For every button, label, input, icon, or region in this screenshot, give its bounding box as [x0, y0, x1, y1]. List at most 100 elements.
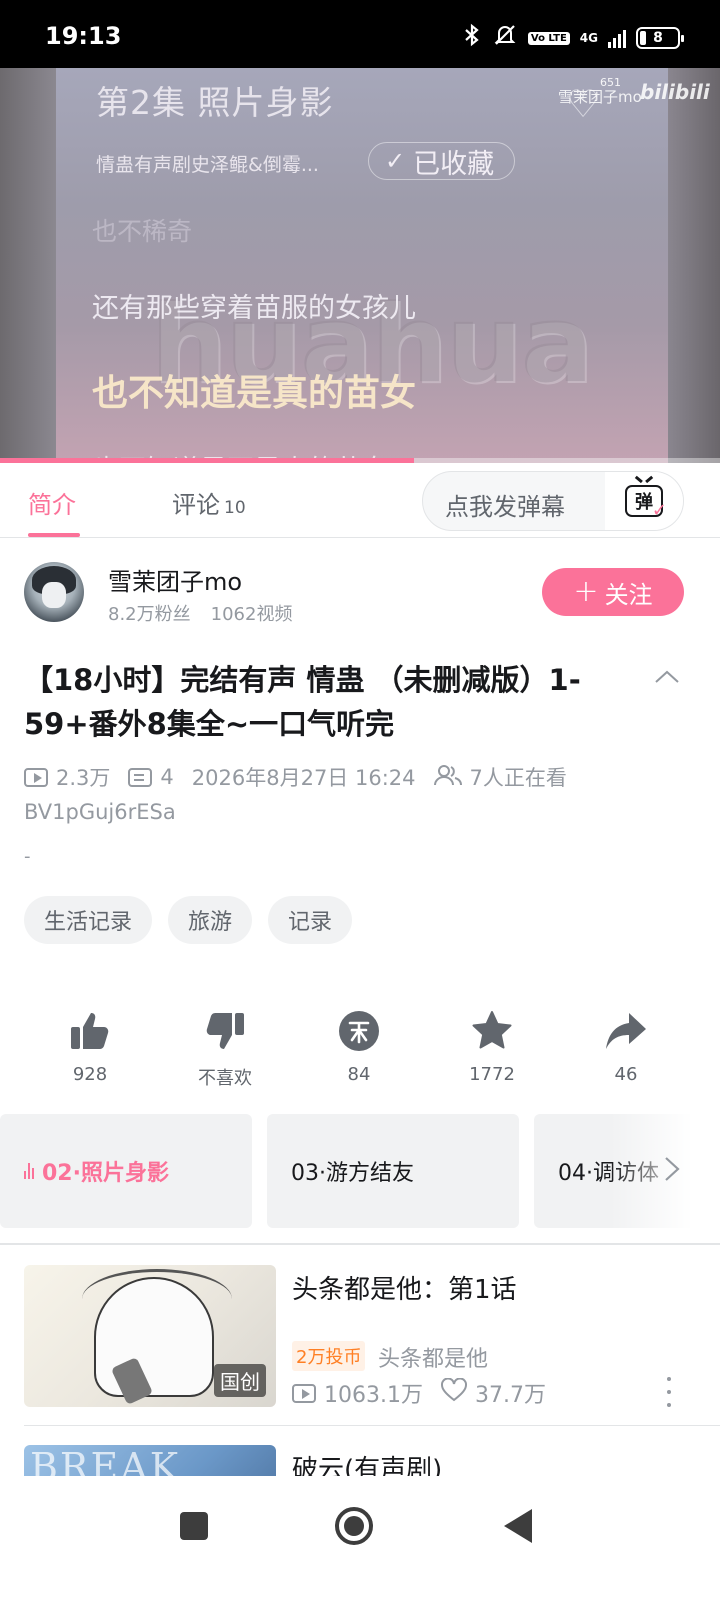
fans-count: 8.2万粉丝 — [108, 604, 191, 625]
publish-date: 2026年8月27日 16:24 — [191, 766, 416, 790]
danmaku-icon-text: 弹 — [635, 492, 653, 513]
mute-icon — [492, 22, 518, 54]
comments-count: 10 — [224, 498, 246, 518]
recommendation-thumbnail[interactable]: 国创 — [24, 1265, 276, 1407]
back-button[interactable] — [494, 1502, 542, 1550]
home-button[interactable] — [330, 1502, 378, 1550]
dislike-button[interactable]: 不喜欢 — [165, 1006, 285, 1090]
thumbnail-art — [94, 1277, 214, 1397]
video-meta: 2.3万 4 2026年8月27日 16:24 7人正在看 — [24, 762, 567, 792]
favorite-count: 1772 — [469, 1064, 515, 1085]
heart-icon — [440, 1377, 467, 1408]
recommendation-divider — [24, 1425, 720, 1426]
danmaku-tv-icon: 弹 ✓ — [625, 485, 667, 521]
danmaku-count: 4 — [160, 765, 174, 789]
coin-button[interactable]: 84 — [299, 1006, 419, 1085]
tag-item[interactable]: 生活记录 — [24, 896, 153, 944]
bilibili-logo: bilibili — [640, 80, 710, 104]
follow-button[interactable]: + 关注 — [542, 568, 684, 616]
danmaku-input[interactable]: 点我发弹幕 — [445, 487, 565, 522]
like-count: 928 — [72, 1064, 108, 1085]
player-background-left — [0, 68, 56, 463]
tab-intro[interactable]: 简介 — [28, 485, 76, 520]
coin-tag: 2万投币 — [292, 1341, 366, 1371]
tab-comments-label: 评论 — [172, 491, 220, 519]
video-description: - — [24, 846, 31, 867]
lyric-current: 也不知道是真的苗女 — [92, 373, 417, 414]
episode-title: 第2集 照片身影 — [96, 83, 334, 122]
recent-apps-button[interactable] — [170, 1502, 218, 1550]
video-count: 1062视频 — [210, 604, 293, 625]
danmaku-toggle-button[interactable]: 弹 ✓ — [605, 472, 683, 530]
episode-item[interactable]: 03·游方结友 — [267, 1114, 519, 1228]
more-options-icon[interactable] — [664, 1377, 674, 1407]
uploader-stats: 8.2万粉丝 1062视频 — [108, 600, 292, 626]
viewers-icon — [433, 764, 462, 791]
lyric-previous-1: 还有那些穿着苗服的女孩儿 — [92, 293, 416, 324]
bvid: BV1pGuj6rESa — [24, 800, 176, 824]
danmaku-count-icon — [128, 767, 153, 787]
like-button[interactable]: 928 — [30, 1006, 150, 1085]
recommendation-stats: 1063.1万 37.7万 — [292, 1377, 546, 1409]
plus-icon: + — [573, 574, 599, 609]
play-count-icon — [292, 1383, 316, 1403]
check-icon: ✓ — [385, 147, 406, 175]
danmaku-input-box[interactable]: 点我发弹幕 弹 ✓ — [422, 471, 684, 531]
series-name[interactable]: 情蛊有声剧史泽鲲&倒霉... — [96, 150, 319, 177]
4g-icon: 4G — [579, 30, 598, 45]
avatar[interactable] — [24, 562, 84, 622]
tag-item[interactable]: 记录 — [268, 896, 353, 944]
recommendation-title: 头条都是他：第1话 — [292, 1275, 517, 1305]
square-icon — [180, 1512, 208, 1540]
tab-active-indicator — [28, 533, 80, 537]
status-bar: 19:13 Vo LTE 4G 8 — [0, 0, 720, 68]
status-icons: Vo LTE 4G 8 — [462, 22, 684, 54]
system-navigation-bar — [0, 1476, 720, 1600]
battery-icon: 8 — [636, 27, 684, 49]
favorite-button[interactable]: 1772 — [432, 1006, 552, 1085]
play-count-icon — [24, 767, 48, 787]
episode-item-current[interactable]: 02·照片身影 — [0, 1114, 252, 1228]
action-bar: 928 不喜欢 84 1772 46 — [0, 1006, 720, 1096]
share-icon — [566, 1006, 686, 1056]
status-time: 19:13 — [45, 22, 122, 50]
video-player[interactable]: huahua 第2集 照片身影 情蛊有声剧史泽鲲&倒霉... ✓ 已收藏 ♡ 6… — [0, 68, 720, 463]
battery-level: 8 — [653, 30, 663, 46]
recommendation-author: 头条都是他 — [378, 1347, 489, 1372]
episode-list[interactable]: 02·照片身影 03·游方结友 04·调访体 — [0, 1114, 720, 1228]
share-button[interactable]: 46 — [566, 1006, 686, 1085]
recommendation-item[interactable]: 国创 头条都是他：第1话 2万投币 头条都是他 1063.1万 37.7万 — [0, 1265, 720, 1425]
favorited-button[interactable]: ✓ 已收藏 — [368, 142, 516, 180]
tab-comments[interactable]: 评论 10 — [172, 485, 246, 520]
lyric-previous-2: 也不稀奇 — [92, 217, 193, 246]
chevron-right-icon[interactable] — [656, 1154, 686, 1184]
tag-item[interactable]: 旅游 — [168, 896, 253, 944]
recommendation-item[interactable]: BREAK 破云(有声剧) — [0, 1445, 720, 1476]
volte-icon: Vo LTE — [527, 31, 570, 45]
chevron-up-icon[interactable] — [654, 664, 680, 690]
uploader-name[interactable]: 雪茉团子mo — [108, 562, 242, 597]
avatar-face — [42, 582, 66, 608]
video-title: 【18小时】完结有声 情蛊 （未删减版）1-59+番外8集全~一口气听完 — [24, 663, 581, 741]
section-divider — [0, 1243, 720, 1245]
player-background-right — [668, 68, 720, 463]
tag-list: 生活记录 旅游 记录 — [24, 896, 353, 944]
back-triangle-icon — [504, 1509, 532, 1543]
recommendation-thumbnail[interactable]: BREAK — [24, 1445, 276, 1476]
recommendation-title: 破云(有声剧) — [292, 1455, 443, 1476]
thumbs-down-icon — [165, 1006, 285, 1056]
thumbs-up-icon — [30, 1006, 150, 1056]
share-count: 46 — [614, 1064, 638, 1085]
watching-count: 7人正在看 — [469, 766, 567, 790]
coin-count: 84 — [347, 1064, 371, 1085]
episode-label: 02·照片身影 — [42, 1161, 169, 1186]
bluetooth-icon — [462, 23, 482, 53]
home-circle-icon — [335, 1507, 373, 1545]
signal-icon — [608, 28, 626, 48]
thumbnail-text: BREAK — [30, 1445, 181, 1476]
check-icon: ✓ — [651, 500, 667, 521]
follow-label: 关注 — [604, 580, 653, 609]
playing-icon — [24, 1163, 34, 1179]
episode-label: 03·游方结友 — [291, 1161, 414, 1186]
favorited-label: 已收藏 — [413, 148, 495, 180]
